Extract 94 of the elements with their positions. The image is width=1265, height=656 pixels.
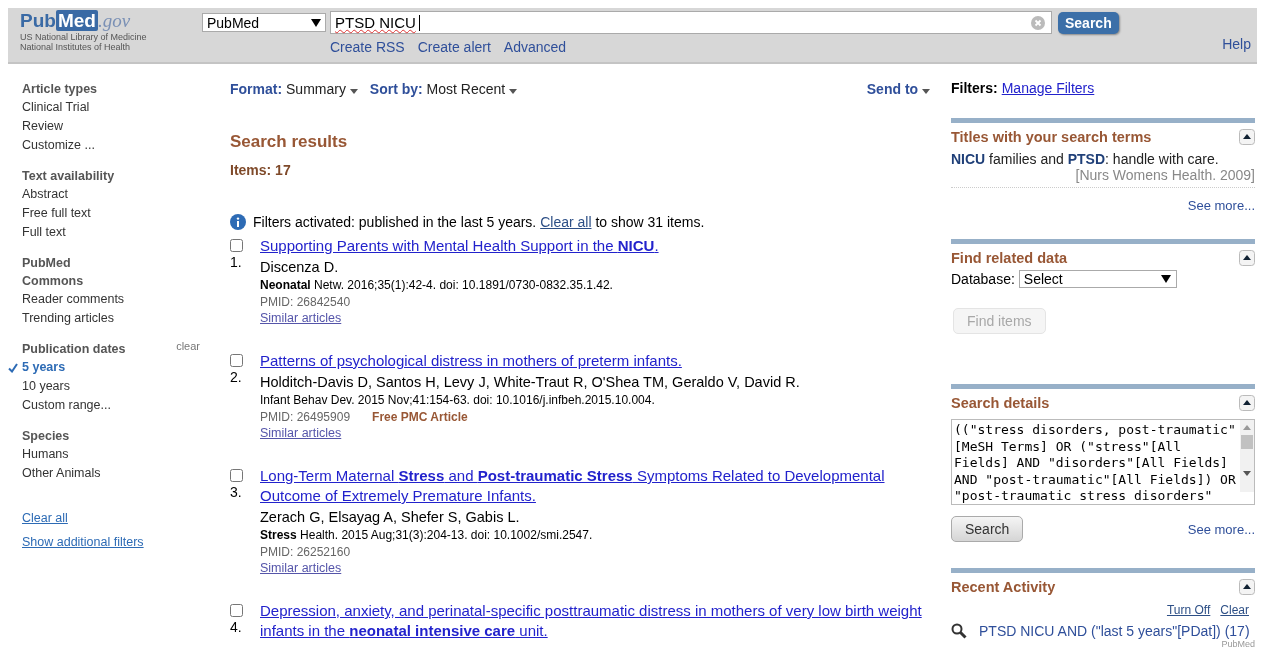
caret-icon [922,89,930,94]
result-citation: Infant Behav Dev. 2015 Nov;41:154-63. doi: 10.1016/j.infbeh.2015.10.004. [260,393,656,407]
filter-link[interactable]: 10 years [22,377,230,396]
database-label: Database: [951,271,1015,287]
result-checkbox[interactable] [230,354,243,367]
database-label: PubMed [1220,639,1255,649]
logo-subtitle: National Institutes of Health [20,42,132,52]
filter-link[interactable]: Customize ... [22,136,230,155]
result-authors: Holditch-Davis D, Santos H, Levy J, White-Traut R, O'Shea TM, Geraldo V, David R. [260,374,801,390]
help-link[interactable]: Help [1222,36,1251,52]
manage-filters-link[interactable]: Manage Filters [1001,80,1095,96]
related-title-link[interactable]: NICU families and PTSD: handle with care. [951,151,1255,167]
filter-link[interactable]: 5 years [22,358,230,377]
pmid-text: PMID: 26842540 [260,295,351,309]
item-count: Items: 17 [230,162,292,178]
site-logo[interactable]: Pub Med.gov [20,10,131,31]
result-number: 1. [230,254,243,270]
clear-icon [1031,15,1045,30]
collapse-button[interactable] [1239,579,1255,595]
checkmark-icon [8,363,18,373]
dropdown-menu[interactable]: Format: Summary [230,81,358,97]
result-title-link[interactable]: Patterns of psychological distress in mothers of preterm infants. [260,351,936,371]
header-link[interactable]: Create RSS [330,39,405,55]
filter-link[interactable]: Custom range... [22,396,230,415]
search-button[interactable]: Search [1058,11,1119,34]
result-number: 3. [230,484,243,500]
result-title-link[interactable]: Long-Term Maternal Stress and Post-traumatic Stress Symptoms Related to Developmental Outcome of Extremely Premature Infants. [260,466,936,506]
search-button[interactable]: Search [951,516,1024,542]
filter-link[interactable]: Clinical Trial [22,98,230,117]
query-details-box[interactable]: (("stress disorders, post-traumatic"[MeSH Terms] OR ("stress"[All Fields] AND "disorders"[All Fields] AND "post-traumatic"[All Fields]) OR "post-traumatic stress disorders" [951,419,1255,505]
filter-heading: PubMed Commons [22,255,85,290]
search-icon [951,623,967,639]
logo-subtitle: US National Library of Medicine [20,32,148,42]
panel-title: Search details [951,395,1050,411]
panel-title: Find related data [951,250,1068,266]
caret-icon [349,89,358,94]
dropdown-arrow-icon [1160,275,1171,283]
filter-link[interactable]: Reader comments [22,290,230,309]
result-title-link[interactable]: Supporting Parents with Mental Health Support in the NICU. [260,236,936,256]
filter-heading: Text availability [22,168,116,185]
free-article-label: Free PMC Article [372,410,468,424]
filter-link[interactable]: Trending articles [22,309,230,328]
result-checkbox[interactable] [230,239,243,252]
collapse-button[interactable] [1239,395,1255,411]
dropdown-menu[interactable]: Sort by: Most Recent [369,81,518,97]
panel-title: Titles with your search terms [951,129,1152,145]
dropdown-arrow-icon [311,18,321,27]
search-field[interactable]: PTSD NICU [330,11,1052,34]
filter-link[interactable]: Free full text [22,204,230,223]
sidebar-link[interactable]: Show additional filters [22,535,144,549]
header-link[interactable]: Create alert [417,39,491,55]
result-citation: Stress Health. 2015 Aug;31(3):204-13. doi: 10.1002/smi.2547. [260,528,594,542]
result-number: 4. [230,619,243,635]
similar-articles-link[interactable]: Similar articles [260,311,342,325]
result-authors: Discenza D. [260,259,340,275]
collapse-button[interactable] [1239,129,1255,145]
header-link[interactable]: Advanced [503,39,567,55]
similar-articles-link[interactable]: Similar articles [260,561,342,575]
filter-notice: Filters activated: published in the last 5 years. Clear all to show 31 items. [253,214,705,230]
pmid-text: PMID: 26252160 [260,545,351,559]
filter-link[interactable]: Humans [22,445,230,464]
result-title-link[interactable]: Depression, anxiety, and perinatal-specific posttraumatic distress in mothers of very low birth weight infants in the neonatal intensive care unit. [260,601,936,641]
caret-icon [509,89,518,94]
result-checkbox[interactable] [230,469,243,482]
panel-title: Recent Activity [951,579,1056,595]
filter-link[interactable]: Other Animals [22,464,230,483]
info-icon [230,214,246,230]
pmid-text: PMID: 26495909 [260,410,351,424]
result-citation: Neonatal Netw. 2016;35(1):42-4. doi: 10.1891/0730-0832.35.1.42. [260,278,614,292]
dropdown-menu[interactable]: Send to [866,81,930,97]
similar-articles-link[interactable]: Similar articles [260,426,342,440]
source-text: [Nurs Womens Health. 2009] [1074,167,1255,183]
see-more-link[interactable]: See more... [1187,521,1255,537]
result-authors: Zerach G, Elsayag A, Shefer S, Gabis L. [260,509,521,525]
filter-link[interactable]: Review [22,117,230,136]
scrollbar [1240,420,1254,492]
activity-link[interactable]: Turn Off [1166,603,1211,617]
result-checkbox[interactable] [230,604,243,617]
filter-link[interactable]: Full text [22,223,230,242]
filter-heading: Article types [22,81,99,98]
clear-all-link[interactable]: Clear all [540,214,592,230]
see-more-link[interactable]: See more... [951,198,1255,213]
result-number: 2. [230,369,243,385]
filters-label: Filters: [951,80,998,96]
filter-link[interactable]: Abstract [22,185,230,204]
activity-link[interactable]: Clear [1220,603,1249,617]
filter-heading: Publication dates [22,341,127,358]
clear-link[interactable]: clear [176,340,200,358]
sidebar-link[interactable]: Clear all [22,511,68,525]
database-select[interactable]: PubMed [202,13,326,32]
filter-heading: Species [22,428,71,445]
collapse-button[interactable] [1239,250,1255,266]
results-heading: Search results [230,132,349,152]
recent-search-link[interactable]: PTSD NICU AND ("last 5 years"[PDat]) (17) [979,623,1250,639]
